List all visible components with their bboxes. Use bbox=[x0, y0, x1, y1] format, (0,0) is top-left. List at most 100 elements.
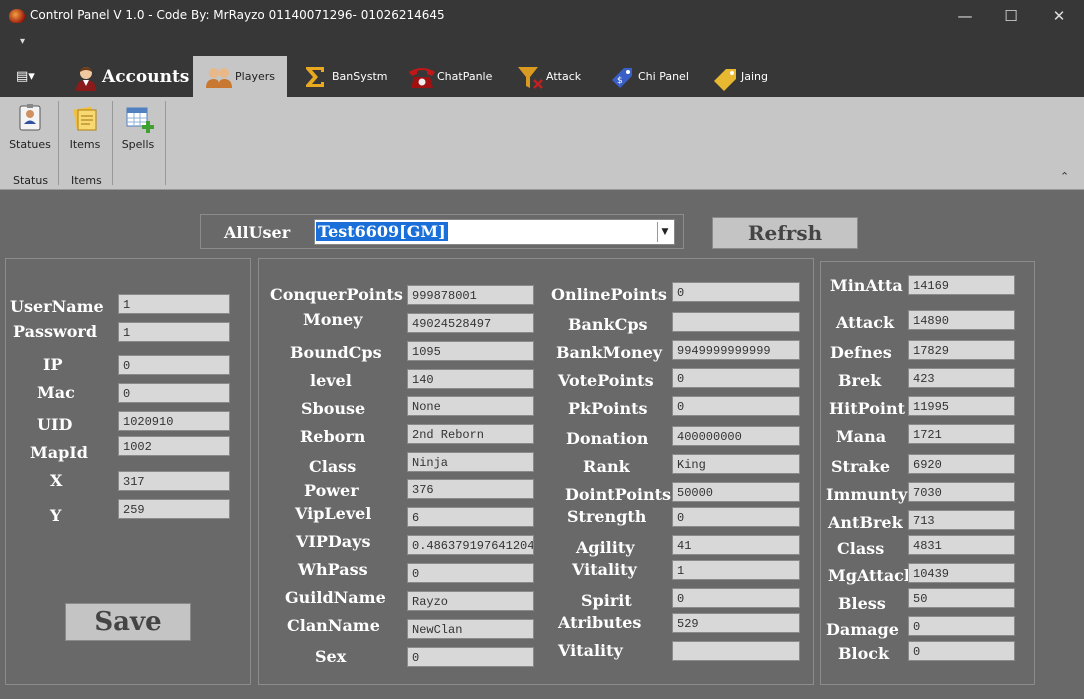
spells-button[interactable]: Spells bbox=[118, 104, 158, 151]
mgattack-field[interactable]: 10439 bbox=[908, 563, 1015, 583]
statues-button[interactable]: Statues bbox=[8, 104, 52, 151]
combobox-arrow-icon[interactable]: ▼ bbox=[657, 222, 672, 242]
power-field[interactable]: 376 bbox=[407, 479, 534, 499]
bankmoney-field[interactable]: 9949999999999 bbox=[672, 340, 800, 360]
onlinepoints-field[interactable]: 0 bbox=[672, 282, 800, 302]
viplevel-field[interactable]: 6 bbox=[407, 507, 534, 527]
guildname-label: GuildName bbox=[285, 588, 386, 607]
bankcps-field[interactable] bbox=[672, 312, 800, 332]
price-tag-icon: $ bbox=[608, 64, 634, 90]
conquerpoints-label: ConquerPoints bbox=[270, 285, 403, 304]
strength-field[interactable]: 0 bbox=[672, 507, 800, 527]
level-field[interactable]: 140 bbox=[407, 369, 534, 389]
strake-label: Strake bbox=[831, 457, 891, 476]
tab-jaing[interactable]: Jaing bbox=[711, 56, 768, 97]
tab-chipanel[interactable]: $ Chi Panel bbox=[608, 56, 689, 97]
tab-bansystm-label: BanSystm bbox=[332, 70, 388, 83]
class-label: Class bbox=[309, 457, 357, 476]
clanname-field[interactable]: NewClan bbox=[407, 619, 534, 639]
vitality2-field[interactable] bbox=[672, 641, 800, 661]
damage-field[interactable]: 0 bbox=[908, 616, 1015, 636]
money-label: Money bbox=[303, 310, 363, 329]
antbrek-field[interactable]: 713 bbox=[908, 510, 1015, 530]
mana-field[interactable]: 1721 bbox=[908, 424, 1015, 444]
dointpoints-field[interactable]: 50000 bbox=[672, 482, 800, 502]
mgattack-label: MgAttack bbox=[828, 566, 916, 585]
tab-bansystm[interactable]: BanSystm bbox=[302, 56, 388, 97]
spirit-field[interactable]: 0 bbox=[672, 588, 800, 608]
agility-field[interactable]: 41 bbox=[672, 535, 800, 555]
conquerpoints-field[interactable]: 999878001 bbox=[407, 285, 534, 305]
minatta-label: MinAtta bbox=[830, 276, 903, 295]
sex-field[interactable]: 0 bbox=[407, 647, 534, 667]
spells-label: Spells bbox=[121, 138, 155, 151]
mac-field[interactable]: 0 bbox=[118, 383, 230, 403]
vitality-field[interactable]: 1 bbox=[672, 560, 800, 580]
minatta-field[interactable]: 14169 bbox=[908, 275, 1015, 295]
username-field[interactable]: 1 bbox=[118, 294, 230, 314]
quick-access-dropdown-icon[interactable]: ▾ bbox=[20, 36, 25, 47]
tab-players-label: Players bbox=[235, 70, 275, 83]
ip-label: IP bbox=[43, 355, 63, 374]
block-field[interactable]: 0 bbox=[908, 641, 1015, 661]
items-label: Items bbox=[69, 138, 101, 151]
rank-field[interactable]: King bbox=[672, 454, 800, 474]
maximize-button[interactable]: ☐ bbox=[988, 0, 1034, 33]
reborn-label: Reborn bbox=[300, 427, 366, 446]
hitpoint-field[interactable]: 11995 bbox=[908, 396, 1015, 416]
vipdays-label: VIPDays bbox=[296, 532, 371, 551]
strength-label: Strength bbox=[567, 507, 647, 526]
pkpoints-label: PkPoints bbox=[568, 399, 648, 418]
immunty-field[interactable]: 7030 bbox=[908, 482, 1015, 502]
money-field[interactable]: 49024528497 bbox=[407, 313, 534, 333]
uid-field[interactable]: 1020910 bbox=[118, 411, 230, 431]
x-label: X bbox=[50, 471, 63, 490]
attack-field[interactable]: 14890 bbox=[908, 310, 1015, 330]
tab-accounts[interactable]: Accounts bbox=[72, 56, 189, 97]
class2-field[interactable]: 4831 bbox=[908, 535, 1015, 555]
app-menu-icon: ▤▾ bbox=[16, 69, 35, 84]
items-button[interactable]: Items bbox=[64, 104, 106, 151]
ip-field[interactable]: 0 bbox=[118, 355, 230, 375]
tab-chatpanle[interactable]: ChatPanle bbox=[407, 56, 492, 97]
strake-field[interactable]: 6920 bbox=[908, 454, 1015, 474]
tab-players[interactable]: Players bbox=[193, 56, 287, 97]
tab-attack[interactable]: Attack bbox=[516, 56, 581, 97]
app-menu-button[interactable]: ▤▾ bbox=[16, 56, 35, 97]
immunty-label: Immunty bbox=[826, 485, 908, 504]
notes-icon bbox=[71, 104, 99, 132]
close-button[interactable]: ✕ bbox=[1036, 0, 1082, 33]
bless-field[interactable]: 50 bbox=[908, 588, 1015, 608]
reborn-field[interactable]: 2nd Reborn bbox=[407, 424, 534, 444]
users-icon bbox=[205, 64, 233, 90]
boundcps-field[interactable]: 1095 bbox=[407, 341, 534, 361]
vitality2-label: Vitality bbox=[558, 641, 623, 660]
brek-field[interactable]: 423 bbox=[908, 368, 1015, 388]
minimize-button[interactable]: — bbox=[942, 0, 988, 33]
sbouse-field[interactable]: None bbox=[407, 396, 534, 416]
save-button[interactable]: Save bbox=[65, 603, 191, 641]
pkpoints-field[interactable]: 0 bbox=[672, 396, 800, 416]
attack-label: Attack bbox=[836, 313, 895, 332]
defnes-field[interactable]: 17829 bbox=[908, 340, 1015, 360]
donation-field[interactable]: 400000000 bbox=[672, 426, 800, 446]
class-field[interactable]: Ninja bbox=[407, 452, 534, 472]
ribbon-collapse-icon[interactable]: ⌃ bbox=[1060, 170, 1069, 183]
vipdays-field[interactable]: 0.486379197641204 bbox=[407, 535, 534, 555]
quick-access-toolbar bbox=[0, 33, 1084, 55]
whpass-field[interactable]: 0 bbox=[407, 563, 534, 583]
votepoints-field[interactable]: 0 bbox=[672, 368, 800, 388]
defnes-label: Defnes bbox=[830, 343, 892, 362]
password-field[interactable]: 1 bbox=[118, 322, 230, 342]
atributes-field[interactable]: 529 bbox=[672, 613, 800, 633]
mapid-field[interactable]: 1002 bbox=[118, 436, 230, 456]
antbrek-label: AntBrek bbox=[828, 513, 903, 532]
svg-text:$: $ bbox=[617, 76, 623, 86]
guildname-field[interactable]: Rayzo bbox=[407, 591, 534, 611]
mapid-label: MapId bbox=[30, 443, 88, 462]
y-field[interactable]: 259 bbox=[118, 499, 230, 519]
bankmoney-label: BankMoney bbox=[556, 343, 663, 362]
refresh-button[interactable]: Refrsh bbox=[712, 217, 858, 249]
user-combobox-value[interactable]: Test6609[GM] bbox=[316, 222, 448, 241]
x-field[interactable]: 317 bbox=[118, 471, 230, 491]
